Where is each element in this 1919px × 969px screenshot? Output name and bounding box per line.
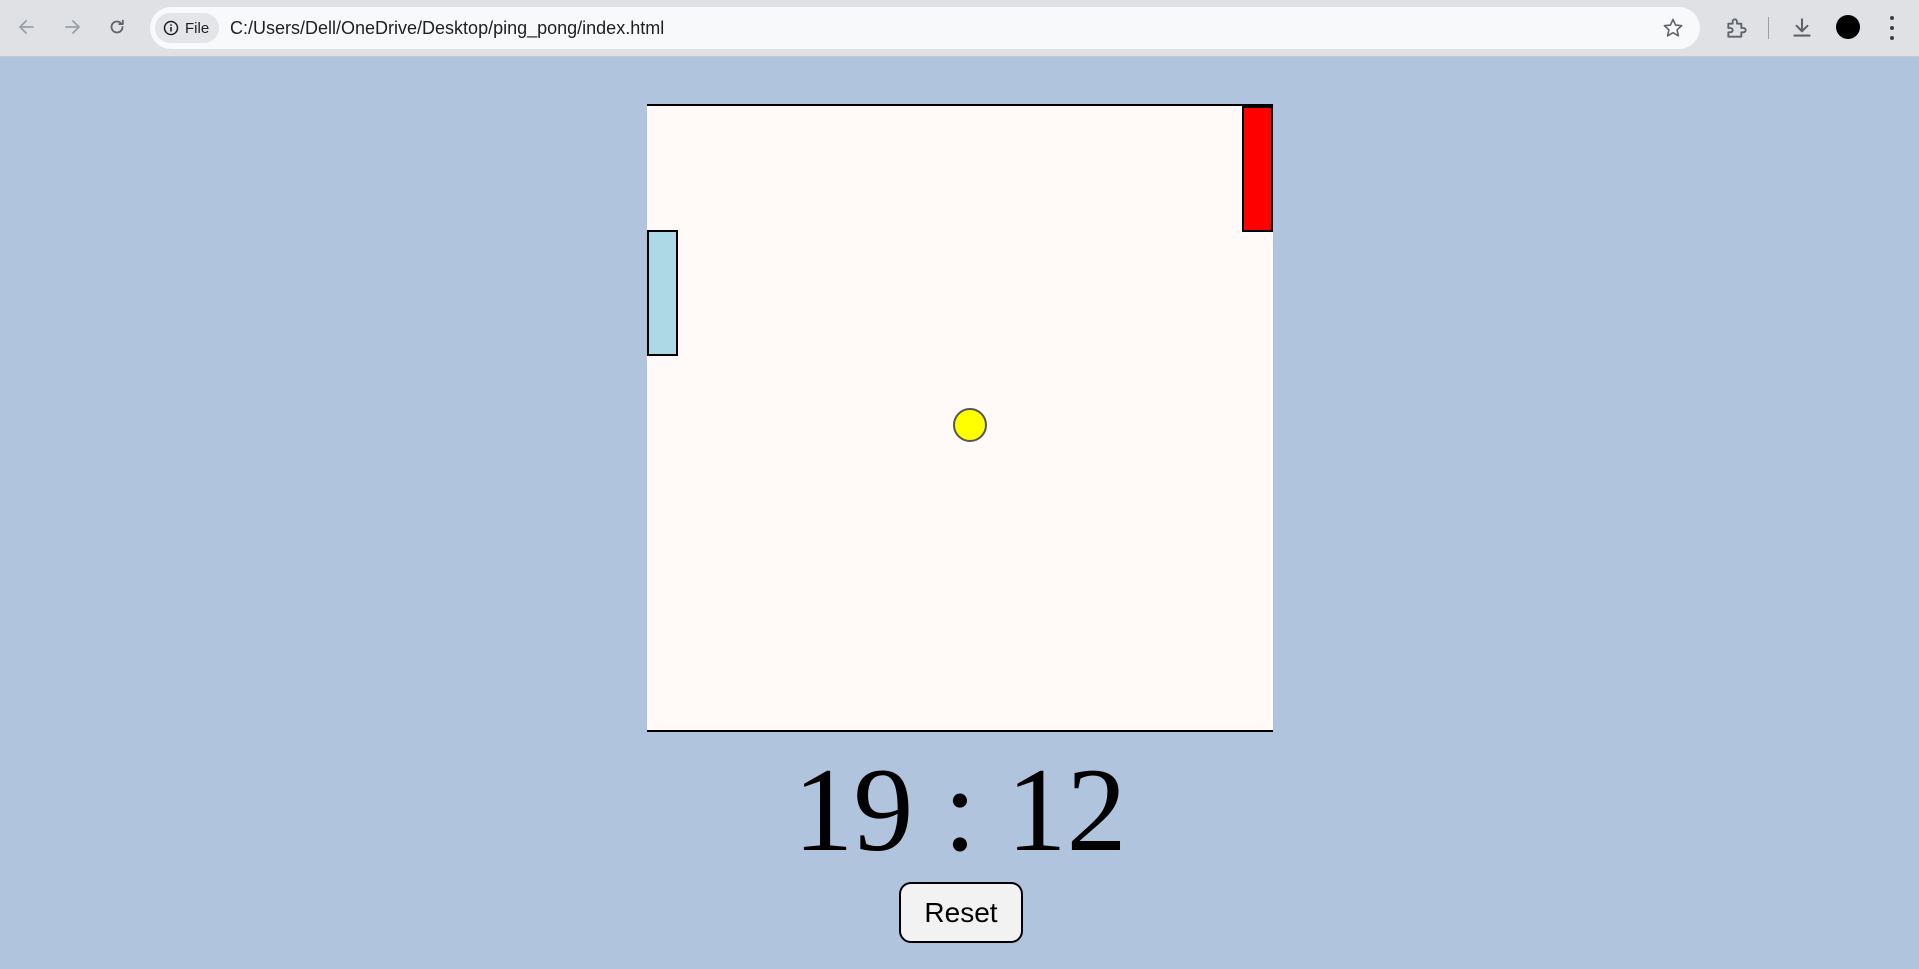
arrow-left-icon — [19, 20, 34, 34]
star-icon[interactable] — [1662, 17, 1684, 39]
back-button[interactable] — [11, 11, 43, 43]
left-paddle — [647, 230, 678, 356]
puzzle-icon[interactable] — [1724, 15, 1750, 41]
forward-button[interactable] — [56, 11, 88, 43]
site-chip-label: File — [185, 19, 210, 37]
left-score: 19 — [793, 743, 914, 876]
arrow-right-icon — [65, 20, 80, 34]
reload-icon — [110, 19, 124, 34]
site-info-chip[interactable]: File — [155, 13, 220, 43]
ball — [953, 408, 987, 442]
right-paddle — [1242, 106, 1273, 232]
browser-toolbar: File C:/Users/Dell/OneDrive/Desktop/ping… — [0, 0, 1919, 57]
reset-button[interactable]: Reset — [899, 882, 1023, 943]
score-separator: : — [943, 743, 977, 876]
scoreboard: 19 : 12 — [647, 740, 1273, 880]
download-icon[interactable] — [1789, 15, 1815, 41]
game-board — [647, 104, 1273, 732]
three-dots-icon[interactable] — [1880, 14, 1904, 42]
url-text[interactable]: C:/Users/Dell/OneDrive/Desktop/ping_pong… — [230, 7, 664, 49]
address-bar[interactable]: File C:/Users/Dell/OneDrive/Desktop/ping… — [150, 7, 1700, 49]
info-icon — [163, 20, 179, 36]
toolbar-separator — [1768, 17, 1769, 39]
reload-button[interactable] — [101, 11, 133, 43]
right-score: 12 — [1006, 743, 1127, 876]
profile-avatar[interactable] — [1836, 15, 1860, 39]
